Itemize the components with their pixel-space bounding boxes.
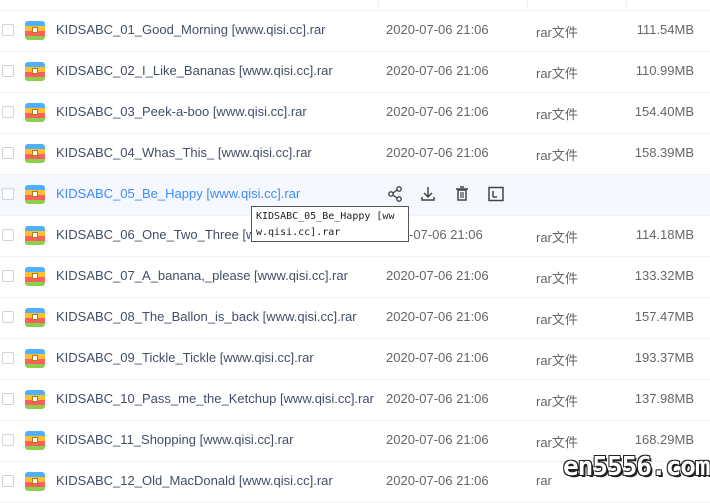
file-name[interactable]: KIDSABC_02_I_Like_Bananas [www.qisi.cc].… [56,63,333,78]
file-date: -07-06 21:06 [409,227,483,242]
file-type: rar文件 [536,435,578,450]
file-name[interactable]: KIDSABC_04_Whas_This_ [www.qisi.cc].rar [56,145,312,160]
file-type: rar文件 [536,394,578,409]
rar-file-icon [25,267,45,286]
file-size: 157.47MB [634,309,694,324]
file-type: rar文件 [536,230,578,245]
row-checkbox[interactable] [2,229,14,241]
row-checkbox[interactable] [2,434,14,446]
row-checkbox[interactable] [2,24,14,36]
file-date: 2020-07-06 21:06 [386,432,489,447]
row-checkbox[interactable] [2,147,14,159]
delete-icon[interactable] [453,185,471,203]
file-name[interactable]: KIDSABC_10_Pass_me_the_Ketchup [www.qisi… [56,391,374,406]
rar-file-icon [25,472,45,491]
file-size: 133.32MB [634,268,694,283]
file-size: 111.54MB [636,22,694,37]
file-size: 168.29MB [634,432,694,447]
file-date: 2020-07-06 21:06 [386,391,489,406]
file-type: rar文件 [536,148,578,163]
file-name[interactable]: KIDSABC_06_One_Two_Three [ww [56,227,265,242]
row-checkbox[interactable] [2,270,14,282]
file-row[interactable]: KIDSABC_02_I_Like_Bananas [www.qisi.cc].… [0,52,710,93]
file-size: 110.99MB [635,63,694,78]
rar-file-icon [25,308,45,327]
row-checkbox[interactable] [2,106,14,118]
rar-file-icon [25,226,45,245]
row-checkbox[interactable] [2,311,14,323]
file-name[interactable]: KIDSABC_05_Be_Happy [www.qisi.cc].rar [56,186,300,201]
file-type: rar文件 [536,25,578,40]
file-type: rar文件 [536,312,578,327]
file-type: rar文件 [536,66,578,81]
file-date: 2020-07-06 21:06 [386,22,489,37]
rar-file-icon [25,431,45,450]
file-date: 2020-07-06 21:06 [386,350,489,365]
row-checkbox[interactable] [2,65,14,77]
file-name[interactable]: KIDSABC_08_The_Ballon_is_back [www.qisi.… [56,309,357,324]
share-icon[interactable] [386,185,404,203]
file-date: 2020-07-06 21:06 [386,63,489,78]
download-icon[interactable] [419,185,437,203]
file-row[interactable]: KIDSABC_01_Good_Morning [www.qisi.cc].ra… [0,10,710,52]
file-row[interactable]: KIDSABC_07_A_banana,_please [www.qisi.cc… [0,257,710,298]
file-list: KIDSABC_01_Good_Morning [www.qisi.cc].ra… [0,0,710,503]
file-size: 193.37MB [634,350,694,365]
file-row[interactable]: KIDSABC_08_The_Ballon_is_back [www.qisi.… [0,298,710,339]
file-date: 2020-07-06 21:06 [386,309,489,324]
file-row[interactable]: KIDSABC_03_Peek-a-boo [www.qisi.cc].rar … [0,93,710,134]
file-date: 2020-07-06 21:06 [386,268,489,283]
rename-icon[interactable] [487,185,505,203]
row-checkbox[interactable] [2,475,14,487]
rar-file-icon [25,185,45,204]
watermark: en5556.com [563,452,710,482]
rar-file-icon [25,349,45,368]
row-checkbox[interactable] [2,188,14,200]
rar-file-icon [25,103,45,122]
file-size: 137.98MB [634,391,694,406]
file-size: 154.40MB [634,104,694,119]
file-name[interactable]: KIDSABC_09_Tickle_Tickle [www.qisi.cc].r… [56,350,314,365]
rar-file-icon [25,62,45,81]
file-size: 114.18MB [635,227,694,242]
file-type: rar文件 [536,353,578,368]
file-row[interactable]: KIDSABC_10_Pass_me_the_Ketchup [www.qisi… [0,380,710,421]
file-row[interactable]: KIDSABC_04_Whas_This_ [www.qisi.cc].rar … [0,134,710,175]
filename-tooltip: KIDSABC_05_Be_Happy [www.qisi.cc].rar [251,206,409,242]
file-date: 2020-07-06 21:06 [386,104,489,119]
file-type: rar文件 [536,107,578,122]
rar-file-icon [25,21,45,40]
file-date: 2020-07-06 21:06 [386,145,489,160]
file-row[interactable]: KIDSABC_09_Tickle_Tickle [www.qisi.cc].r… [0,339,710,380]
rar-file-icon [25,144,45,163]
file-name[interactable]: KIDSABC_01_Good_Morning [www.qisi.cc].ra… [56,22,326,37]
file-name[interactable]: KIDSABC_11_Shopping [www.qisi.cc].rar [56,432,293,447]
row-checkbox[interactable] [2,393,14,405]
rar-file-icon [25,390,45,409]
row-checkbox[interactable] [2,352,14,364]
file-name[interactable]: KIDSABC_07_A_banana,_please [www.qisi.cc… [56,268,348,283]
file-name[interactable]: KIDSABC_03_Peek-a-boo [www.qisi.cc].rar [56,104,307,119]
file-type: rar文件 [536,271,578,286]
file-size: 158.39MB [634,145,694,160]
